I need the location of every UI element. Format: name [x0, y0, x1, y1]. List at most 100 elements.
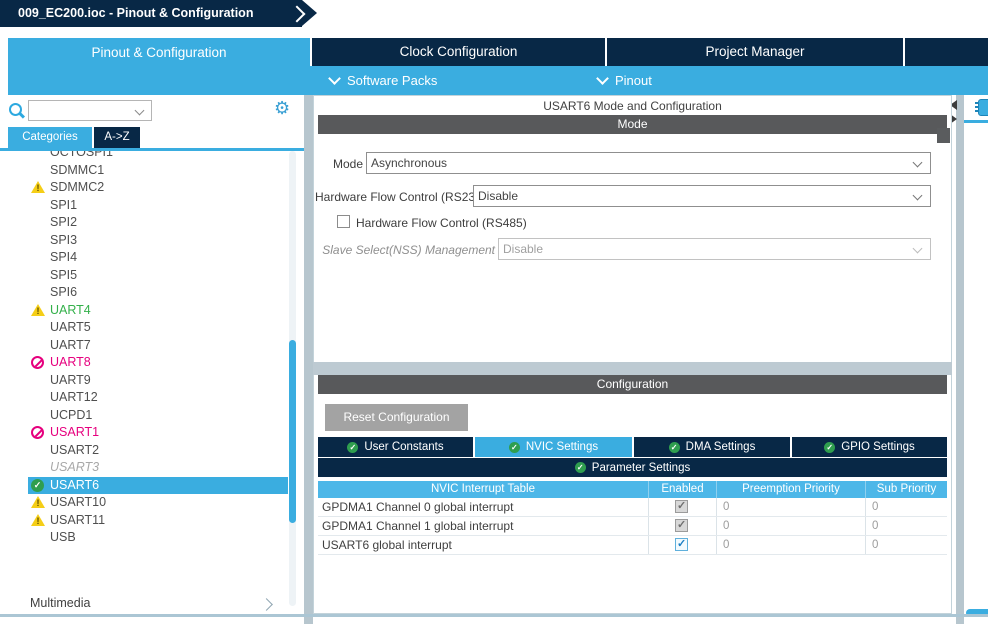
sidebar-item-spi2[interactable]: SPI2 [28, 214, 288, 232]
software-packs-menu[interactable]: Software Packs [330, 71, 437, 89]
sidebar-item-uart5[interactable]: UART5 [28, 319, 288, 337]
sidebar-item-uart12[interactable]: UART12 [28, 389, 288, 407]
peripheral-label: UART7 [50, 338, 91, 352]
rs232-field-label: Hardware Flow Control (RS232) [315, 190, 470, 204]
sidebar-item-octospi1[interactable]: OCTOSPI1 [28, 151, 288, 162]
right-splitter[interactable] [956, 95, 964, 624]
sidebar-item-uart8[interactable]: UART8 [28, 354, 288, 372]
tab-extra[interactable] [905, 38, 988, 66]
sidebar-tab-az[interactable]: A->Z [94, 127, 140, 148]
col-header-preemption: Preemption Priority [717, 481, 866, 498]
sidebar-item-usart6[interactable]: ✓ USART6 [28, 477, 288, 495]
tab-project-manager[interactable]: Project Manager [607, 38, 903, 66]
sidebar-item-spi3[interactable]: SPI3 [28, 232, 288, 250]
document-title: 009_EC200.ioc - Pinout & Configuration [18, 6, 253, 20]
peripheral-label: USB [50, 530, 76, 544]
rs485-checkbox-label: Hardware Flow Control (RS485) [356, 216, 527, 230]
tab-label: GPIO Settings [841, 441, 915, 453]
peripheral-label: SDMMC2 [50, 180, 104, 194]
breadcrumb: 009_EC200.ioc - Pinout & Configuration [0, 0, 302, 27]
sidebar-item-spi5[interactable]: SPI5 [28, 267, 288, 285]
sidebar-item-usart3[interactable]: USART3 [28, 459, 288, 477]
sidebar-item-usb[interactable]: USB [28, 529, 288, 547]
tab-nvic-settings[interactable]: ✓ NVIC Settings [475, 437, 632, 457]
interrupt-name-cell: USART6 global interrupt [318, 536, 649, 554]
peripheral-label: SDMMC1 [50, 163, 104, 177]
mode-panel-scrollbar-thumb[interactable] [937, 128, 950, 143]
tab-clock-configuration[interactable]: Clock Configuration [312, 38, 605, 66]
search-input[interactable] [28, 100, 152, 121]
sidebar-item-spi6[interactable]: SPI6 [28, 284, 288, 302]
peripheral-label: USART2 [50, 443, 99, 457]
sub-priority-cell[interactable]: 0 [866, 498, 947, 516]
enabled-checkbox[interactable] [675, 500, 688, 513]
peripheral-label: SPI6 [50, 285, 77, 299]
enabled-cell [649, 536, 717, 554]
peripheral-label: USART3 [50, 460, 99, 474]
check-circle-icon: ✓ [347, 442, 358, 453]
peripheral-label: UCPD1 [50, 408, 92, 422]
rs232-select[interactable]: Disable [473, 185, 931, 207]
left-splitter[interactable] [304, 95, 313, 624]
chevron-down-icon [913, 191, 923, 201]
mcu-chip-icon[interactable] [978, 99, 988, 116]
gear-icon[interactable]: ⚙ [274, 98, 290, 118]
enabled-checkbox[interactable] [675, 519, 688, 532]
sub-priority-cell[interactable]: 0 [866, 536, 947, 554]
preemption-priority-cell[interactable]: 0 [717, 536, 866, 554]
search-icon [9, 103, 25, 119]
col-header-interrupt: NVIC Interrupt Table [318, 481, 649, 498]
mode-select-value: Asynchronous [371, 156, 447, 170]
sidebar-item-uart9[interactable]: UART9 [28, 372, 288, 390]
mode-section-header: Mode [318, 115, 947, 134]
tab-user-constants[interactable]: ✓ User Constants [318, 437, 473, 457]
nss-select-value: Disable [503, 242, 543, 256]
enabled-checkbox[interactable] [675, 538, 688, 551]
rs485-checkbox[interactable] [337, 215, 350, 228]
tab-label: Project Manager [705, 44, 804, 59]
mode-field-label: Mode [313, 157, 363, 171]
sidebar-item-usart11[interactable]: USART11 [28, 512, 288, 530]
pinout-view-edge [964, 95, 988, 614]
sidebar-item-sdmmc2[interactable]: SDMMC2 [28, 179, 288, 197]
section-divider [313, 362, 952, 375]
preemption-priority-cell[interactable]: 0 [717, 517, 866, 535]
pinout-label: Pinout [615, 73, 652, 88]
preemption-priority-cell[interactable]: 0 [717, 498, 866, 516]
sidebar-item-uart4[interactable]: UART4 [28, 302, 288, 320]
sidebar-item-usart10[interactable]: USART10 [28, 494, 288, 512]
sidebar-item-sdmmc1[interactable]: SDMMC1 [28, 162, 288, 180]
reset-configuration-button[interactable]: Reset Configuration [325, 404, 468, 431]
sidebar-item-ucpd1[interactable]: UCPD1 [28, 407, 288, 425]
panel-title: USART6 Mode and Configuration [313, 99, 952, 113]
sidebar-scrollbar-thumb[interactable] [289, 340, 296, 523]
tab-label: Clock Configuration [400, 44, 518, 59]
sidebar-tab-categories[interactable]: Categories [8, 127, 92, 148]
sub-priority-cell[interactable]: 0 [866, 517, 947, 535]
interrupt-name-cell: GPDMA1 Channel 1 global interrupt [318, 517, 649, 535]
sidebar-item-usart1[interactable]: USART1 [28, 424, 288, 442]
tab-parameter-settings[interactable]: ✓ Parameter Settings [318, 458, 947, 477]
pinout-menu[interactable]: Pinout [598, 71, 652, 89]
sidebar-item-spi4[interactable]: SPI4 [28, 249, 288, 267]
rs232-select-value: Disable [478, 189, 518, 203]
sidebar-item-spi1[interactable]: SPI1 [28, 197, 288, 215]
sidebar-category-multimedia[interactable]: Multimedia [30, 596, 90, 610]
enabled-cell [649, 517, 717, 535]
tab-dma-settings[interactable]: ✓ DMA Settings [634, 437, 790, 457]
nss-field-label: Slave Select(NSS) Management [315, 243, 495, 257]
peripheral-label: SPI4 [50, 250, 77, 264]
sidebar-item-uart7[interactable]: UART7 [28, 337, 288, 355]
sidebar-item-usart2[interactable]: USART2 [28, 442, 288, 460]
blocked-icon [31, 426, 44, 439]
warning-icon [31, 496, 45, 508]
enabled-cell [649, 498, 717, 516]
peripheral-label: UART5 [50, 320, 91, 334]
mode-select[interactable]: Asynchronous [366, 152, 931, 174]
check-circle-icon: ✓ [824, 442, 835, 453]
pinout-toolbar [8, 66, 988, 95]
peripheral-label: UART12 [50, 390, 98, 404]
tab-label: Pinout & Configuration [91, 45, 226, 60]
check-circle-icon: ✓ [509, 442, 520, 453]
tab-gpio-settings[interactable]: ✓ GPIO Settings [792, 437, 947, 457]
